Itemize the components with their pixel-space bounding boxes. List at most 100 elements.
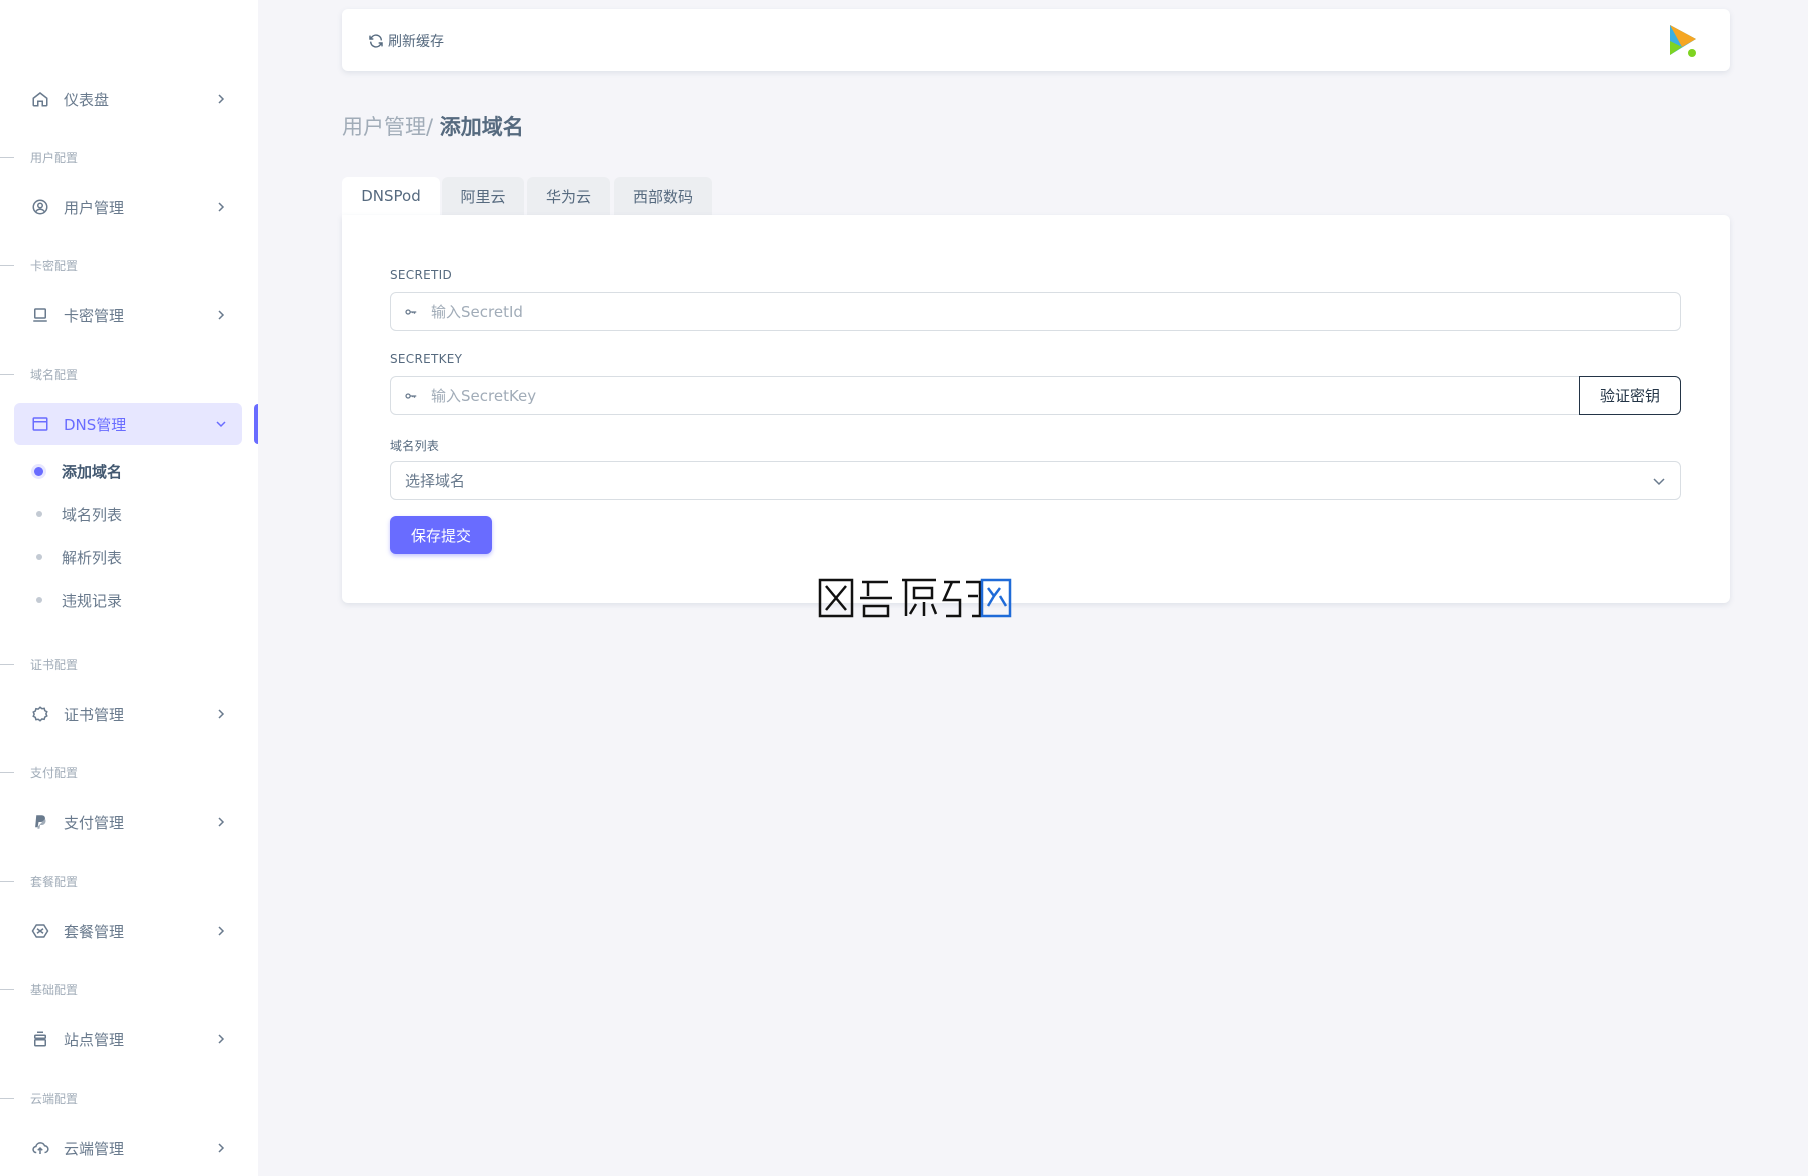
sidebar-item-pay-management[interactable]: 支付管理 [14,801,242,843]
sidebar-subitem-record-list[interactable]: 解析列表 [30,545,122,569]
section-label: 基础配置 [30,982,79,997]
dnspod-form-card: SECRETID SECRETKEY 验证密钥 域名列表 选择域名 保存提交 [342,215,1730,603]
section-label: 证书配置 [30,657,79,672]
secretid-input[interactable] [431,293,1680,330]
divider [0,1097,14,1099]
key-icon [391,293,431,330]
bullet-icon [34,466,43,476]
sidebar-item-label: 用户管理 [64,198,125,217]
sidebar-item-label: 站点管理 [64,1030,125,1049]
secretkey-label: SECRETKEY [390,352,463,366]
sidebar-item-label: 证书管理 [64,705,125,724]
chevron-right-icon [214,707,228,721]
chevron-right-icon [214,200,228,214]
verify-key-button[interactable]: 验证密钥 [1579,376,1681,415]
sidebar-item-label: 云端管理 [64,1139,125,1158]
chevron-right-icon [214,815,228,829]
sidebar: 仪表盘 用户配置 用户管理 卡密配置 卡密管理 域名配置 DNS管理 添加域名 … [0,0,258,1176]
sidebar-subitem-label: 域名列表 [62,505,123,524]
section-header-user: 用户配置 [0,149,78,165]
refresh-label: 刷新缓存 [388,34,444,50]
divider [0,988,14,990]
store-icon [30,1029,50,1049]
sidebar-item-cloud-management[interactable]: 云端管理 [14,1127,242,1169]
user-circle-icon [30,197,50,217]
section-header-base: 基础配置 [0,981,78,997]
laptop-icon [30,305,50,325]
tab-aliyun[interactable]: 阿里云 [442,177,524,215]
sidebar-subitem-domain-list[interactable]: 域名列表 [30,502,122,526]
sidebar-item-dashboard[interactable]: 仪表盘 [14,78,242,120]
tab-west-digital[interactable]: 西部数码 [614,177,712,215]
bullet-icon [36,554,42,560]
divider [0,771,14,773]
key-icon [391,377,431,414]
section-label: 套餐配置 [30,874,79,889]
divider [0,663,14,665]
domain-list-label: 域名列表 [390,439,440,453]
sidebar-subitem-label: 解析列表 [62,548,123,567]
breadcrumb-parent[interactable]: 用户管理/ [342,115,440,139]
window-icon [30,414,50,434]
refresh-cache-button[interactable]: 刷新缓存 [368,31,444,51]
secretid-label: SECRETID [390,268,453,282]
page-title: 添加域名 [439,115,524,139]
hexagon-icon [30,921,50,941]
section-label: 云端配置 [30,1091,79,1106]
chevron-right-icon [214,1032,228,1046]
divider [0,880,14,882]
sidebar-subitem-add-domain[interactable]: 添加域名 [30,459,122,483]
chevron-down-icon [214,417,228,431]
section-label: 域名配置 [30,367,79,382]
secretkey-input[interactable] [431,377,1579,414]
sidebar-subitem-violation-records[interactable]: 违规记录 [30,588,122,612]
section-header-domain: 域名配置 [0,366,78,382]
home-icon [30,89,50,109]
cloud-upload-icon [30,1138,50,1158]
divider [0,156,14,158]
section-header-package: 套餐配置 [0,873,78,889]
tab-dnspod[interactable]: DNSPod [342,177,440,215]
section-header-pay: 支付配置 [0,764,78,780]
active-indicator [254,404,258,444]
sidebar-item-site-management[interactable]: 站点管理 [14,1018,242,1060]
sidebar-item-label: 套餐管理 [64,922,125,941]
sidebar-subitem-label: 添加域名 [62,462,123,481]
chevron-right-icon [214,1141,228,1155]
sidebar-item-package-management[interactable]: 套餐管理 [14,910,242,952]
section-header-card: 卡密配置 [0,257,78,273]
badge-icon [30,704,50,724]
divider [0,373,14,375]
divider [0,264,14,266]
sidebar-item-card-management[interactable]: 卡密管理 [14,294,242,336]
tab-huaweicloud[interactable]: 华为云 [527,177,610,215]
section-header-cert: 证书配置 [0,656,78,672]
sidebar-item-label: 支付管理 [64,813,125,832]
section-label: 支付配置 [30,765,79,780]
avatar[interactable] [1664,21,1700,61]
sidebar-item-label: DNS管理 [64,415,127,434]
domain-select[interactable]: 选择域名 [390,461,1681,500]
sidebar-item-label: 卡密管理 [64,306,125,325]
sidebar-item-dns-management[interactable]: DNS管理 [14,403,242,445]
sidebar-item-user-management[interactable]: 用户管理 [14,186,242,228]
sidebar-item-label: 仪表盘 [64,90,110,109]
chevron-right-icon [214,924,228,938]
save-submit-button[interactable]: 保存提交 [390,516,492,554]
chevron-down-icon [1652,474,1666,488]
bullet-icon [36,597,42,603]
section-label: 卡密配置 [30,258,79,273]
chevron-right-icon [214,308,228,322]
sidebar-subitem-label: 违规记录 [62,591,123,610]
top-navbar: 刷新缓存 [342,9,1730,71]
sidebar-item-cert-management[interactable]: 证书管理 [14,693,242,735]
refresh-icon [368,32,386,50]
secretid-input-group [390,292,1681,331]
chevron-right-icon [214,92,228,106]
domain-select-value: 选择域名 [405,472,466,490]
section-header-cloud: 云端配置 [0,1090,78,1106]
watermark-logo [816,576,1012,620]
breadcrumb: 用户管理/ 添加域名 [342,111,524,141]
secretkey-input-group [390,376,1580,415]
bullet-icon [36,511,42,517]
